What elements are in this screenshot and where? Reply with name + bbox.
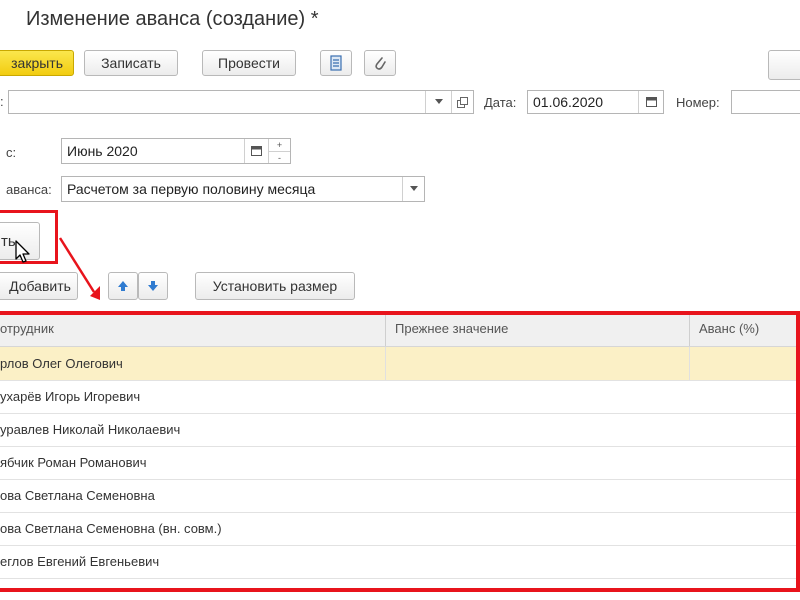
- move-down-button[interactable]: [138, 272, 168, 300]
- table-highlight: [0, 311, 800, 592]
- document-list-icon: [330, 55, 342, 71]
- close-button[interactable]: закрыть: [0, 50, 74, 76]
- month-field[interactable]: Июнь 2020 + -: [61, 138, 291, 164]
- number-field[interactable]: [731, 90, 800, 114]
- month-decrement[interactable]: -: [268, 151, 290, 163]
- page-title: Изменение аванса (создание) *: [26, 8, 319, 30]
- calendar-icon: [251, 146, 262, 156]
- report-button[interactable]: [320, 50, 352, 76]
- set-size-button-label: Установить размер: [212, 278, 338, 294]
- more-button[interactable]: [768, 50, 800, 80]
- advance-method-value: Расчетом за первую половину месяца: [67, 181, 316, 197]
- date-field[interactable]: 01.06.2020: [527, 90, 664, 114]
- month-increment[interactable]: +: [268, 139, 290, 151]
- save-button-label: Записать: [101, 55, 161, 71]
- add-row-button-label: Добавить: [9, 278, 71, 294]
- save-button[interactable]: Записать: [84, 50, 178, 76]
- add-row-button[interactable]: Добавить: [0, 272, 78, 300]
- calendar-icon: [645, 97, 657, 107]
- paperclip-icon: [375, 57, 386, 70]
- attachment-button[interactable]: [364, 50, 396, 76]
- date-label: Дата:: [484, 95, 517, 110]
- advance-method-dropdown[interactable]: [402, 177, 424, 201]
- advance-method-select[interactable]: Расчетом за первую половину месяца: [61, 176, 425, 202]
- open-form-icon: [457, 96, 468, 108]
- minus-icon: -: [278, 152, 281, 163]
- chevron-down-icon: [434, 99, 443, 104]
- mouse-cursor-icon: [15, 240, 30, 263]
- organization-open[interactable]: [451, 91, 473, 113]
- post-button[interactable]: Провести: [202, 50, 296, 76]
- month-picker[interactable]: [244, 139, 268, 163]
- chevron-down-icon: [409, 186, 418, 191]
- post-button-label: Провести: [218, 55, 280, 71]
- plus-icon: +: [276, 140, 283, 150]
- organization-label: :: [0, 94, 4, 109]
- advance-method-label: аванса:: [6, 182, 52, 197]
- month-label: с:: [6, 145, 17, 160]
- arrow-up-icon: [118, 281, 128, 291]
- close-button-label: закрыть: [11, 55, 63, 71]
- month-value: Июнь 2020: [67, 143, 138, 159]
- date-picker[interactable]: [638, 91, 663, 113]
- arrow-down-icon: [148, 281, 158, 291]
- number-label: Номер:: [676, 95, 720, 110]
- move-up-button[interactable]: [108, 272, 138, 300]
- set-size-button[interactable]: Установить размер: [195, 272, 355, 300]
- organization-dropdown[interactable]: [425, 91, 451, 113]
- date-value: 01.06.2020: [533, 94, 604, 110]
- organization-field[interactable]: [8, 90, 474, 114]
